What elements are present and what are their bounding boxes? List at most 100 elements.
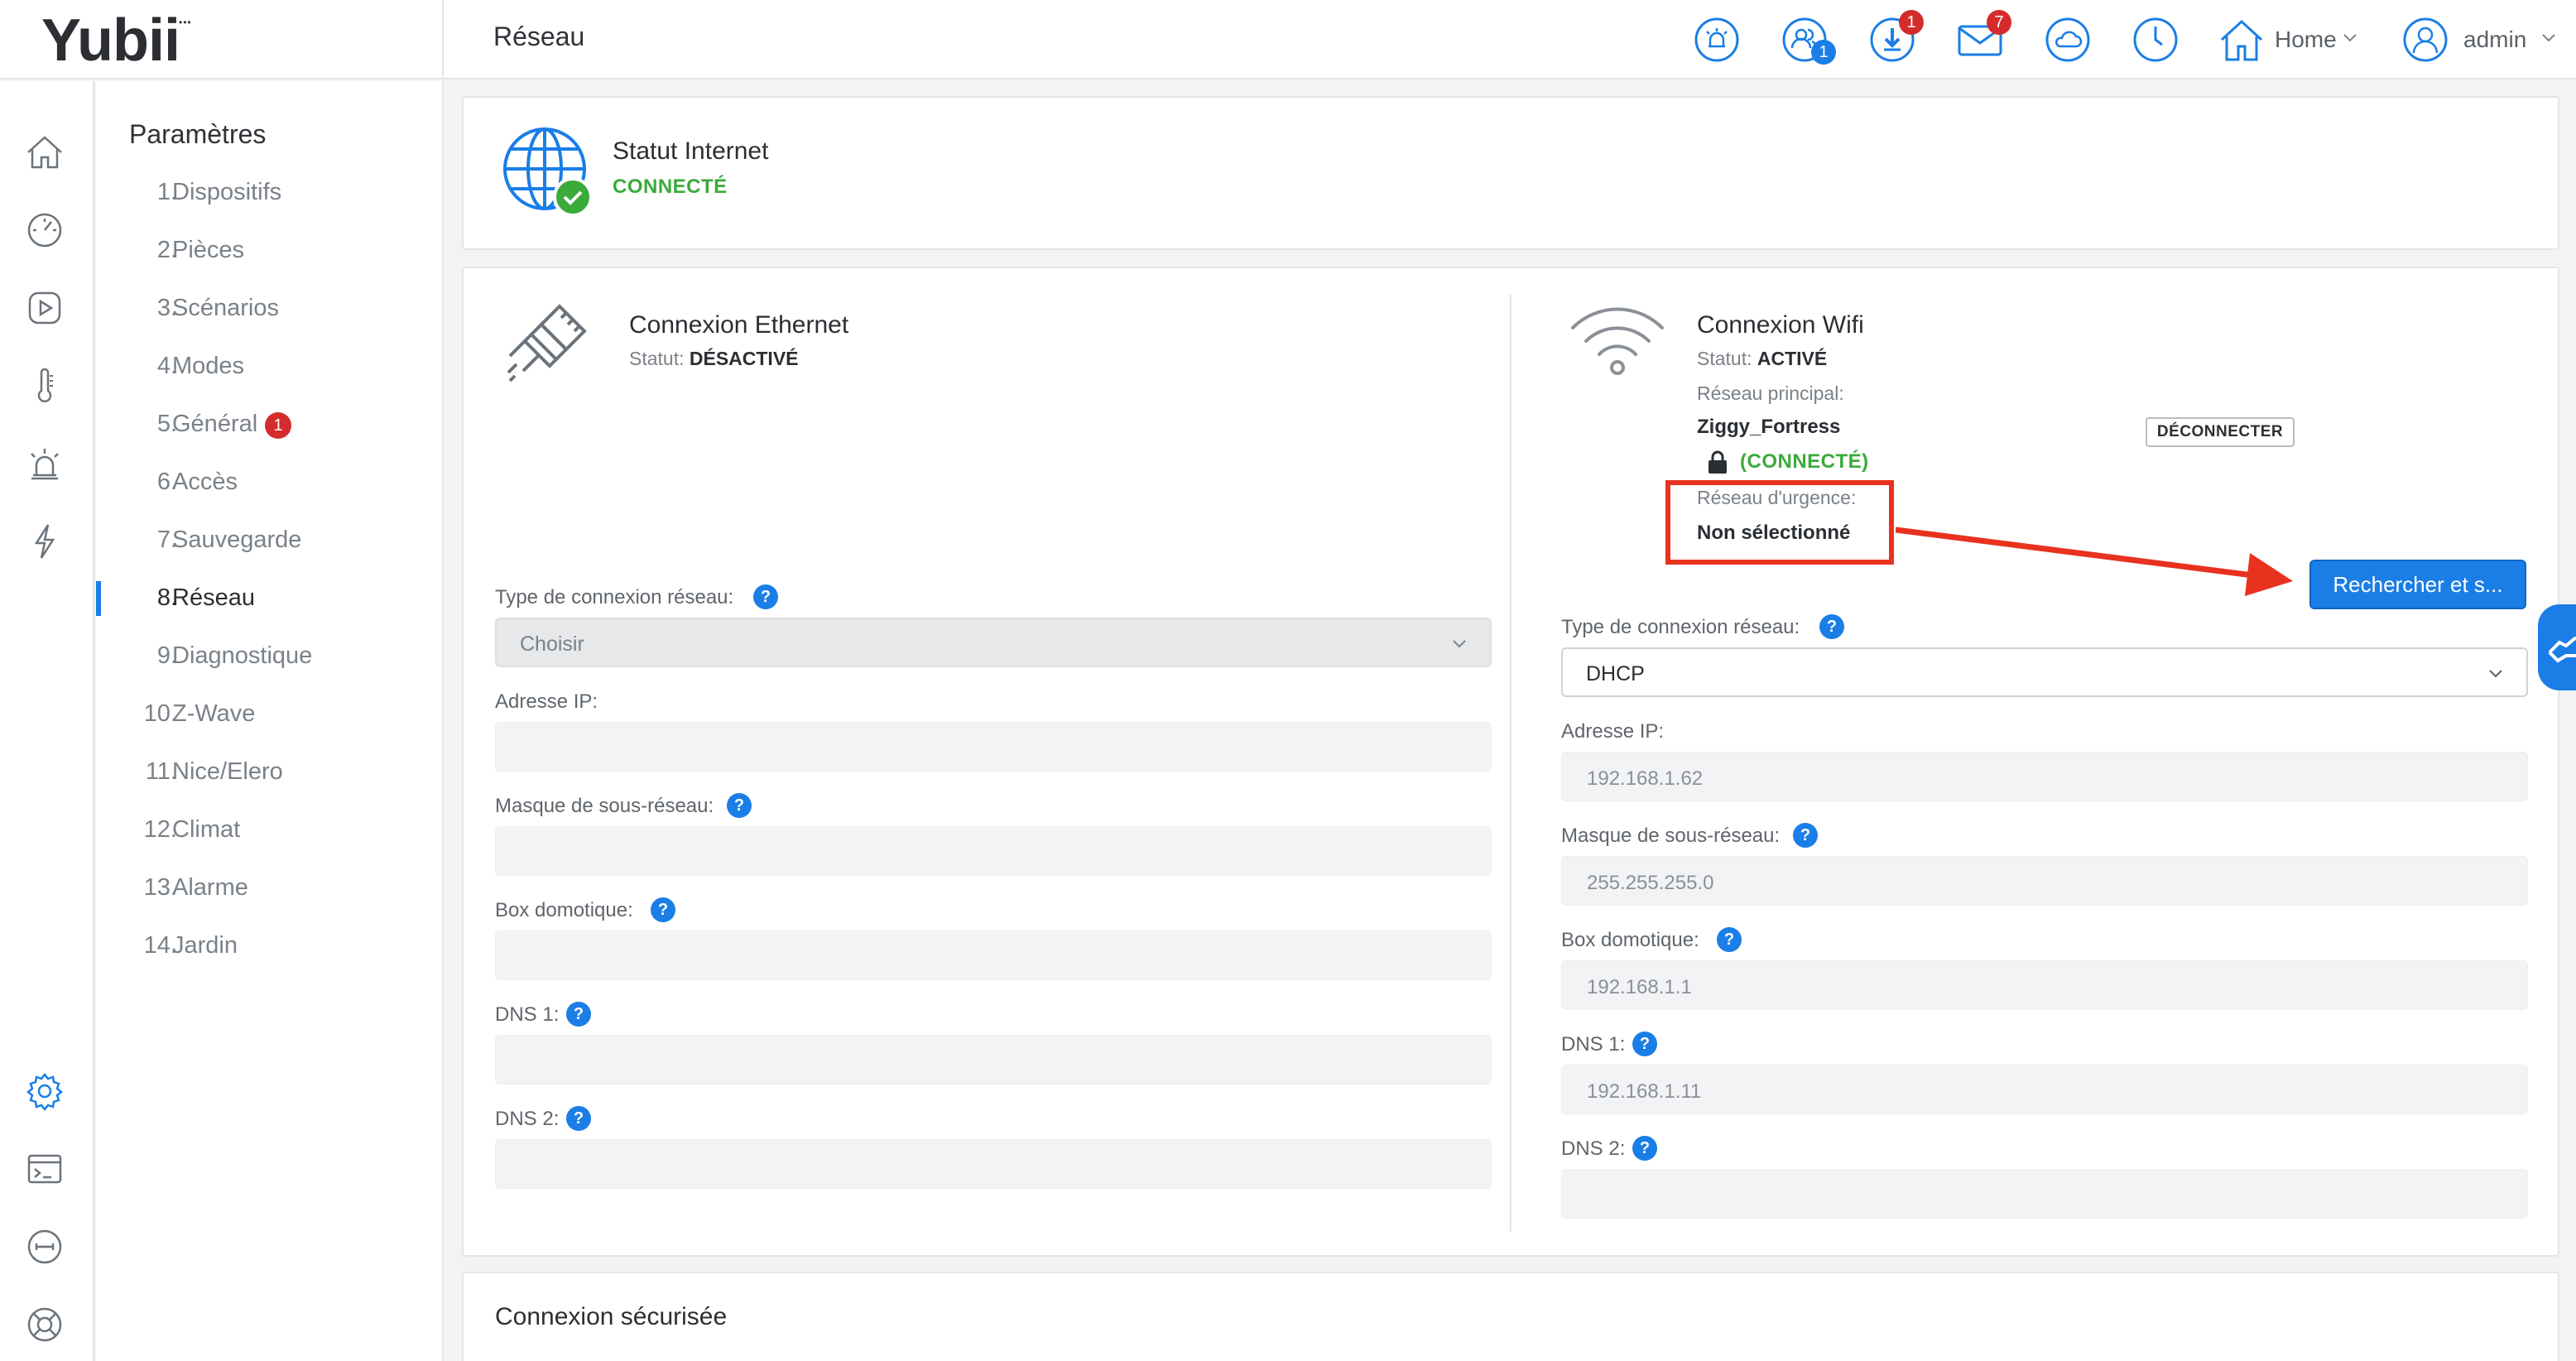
menu-item-alarme[interactable]: 13. Alarme [96, 863, 442, 912]
menu-item-label: Pièces [172, 237, 245, 263]
menu-item-label: Réseau [172, 584, 255, 611]
menu-item-number: 5. [156, 411, 177, 437]
mail-badge: 7 [1987, 10, 2011, 35]
help-icon[interactable]: ? [1819, 614, 1844, 639]
app-logo[interactable]: Yubii [41, 7, 180, 75]
gear-icon[interactable] [25, 1071, 65, 1111]
menu-item-label: Général [172, 411, 258, 437]
menu-item-z-wave[interactable]: 10. Z-Wave [96, 689, 442, 738]
download-badge: 1 [1899, 10, 1924, 35]
users-icon[interactable]: 1 [1781, 17, 1836, 65]
menu-item-diagnostique[interactable]: 9. Diagnostique [96, 631, 442, 680]
wifi-icon [1571, 307, 1664, 375]
user-menu-label[interactable]: admin [2463, 26, 2526, 53]
menu-item-number: 8. [156, 584, 177, 611]
ethernet-dns2-label: DNS 2: [495, 1108, 560, 1130]
menu-item-label: Jardin [172, 932, 238, 959]
search-network-button[interactable]: Rechercher et s... [2309, 560, 2526, 609]
menu-item-reseau[interactable]: 8. Réseau [96, 573, 442, 623]
help-icon[interactable]: ? [1793, 823, 1818, 848]
download-icon[interactable]: 1 [1869, 10, 1924, 63]
globe-icon [503, 127, 593, 217]
dashboard-icon[interactable] [25, 210, 65, 250]
menu-item-number: 14. [143, 932, 177, 959]
internet-status-value: CONNECTÉ [613, 176, 728, 198]
menu-item-label: Modes [172, 353, 245, 379]
logo-area: Yubii ••• [0, 0, 444, 79]
menu-item-pieces[interactable]: 2. Pièces [96, 225, 442, 275]
menu-item-climat[interactable]: 12. Climat [96, 805, 442, 854]
menu-item-label: Diagnostique [172, 642, 313, 669]
handshake-icon [2548, 636, 2576, 663]
home-icon[interactable] [2218, 17, 2265, 63]
home-icon[interactable] [25, 132, 65, 172]
menu-item-label: Accès [172, 469, 238, 495]
wifi-mask-field: 255.255.255.0 [1561, 856, 2528, 906]
top-bar: Yubii ••• Réseau 1 1 7 Home admin [0, 0, 2576, 79]
menu-item-number: 12. [143, 816, 177, 843]
menu-item-modes[interactable]: 4. Modes [96, 341, 442, 391]
ethernet-title: Connexion Ethernet [629, 311, 849, 339]
side-help-tab[interactable] [2538, 604, 2576, 690]
terminal-icon[interactable] [25, 1149, 65, 1189]
help-icon[interactable]: ? [566, 1002, 591, 1027]
menu-item-number: 10. [143, 700, 177, 727]
wifi-mask-label: Masque de sous-réseau: [1561, 825, 1781, 847]
chevron-down-icon[interactable] [2343, 33, 2357, 43]
home-selector-label[interactable]: Home [2275, 26, 2337, 53]
help-icon[interactable]: ? [1717, 927, 1742, 952]
wifi-status: Statut: ACTIVÉ [1697, 348, 1828, 369]
menu-item-label: Sauvegarde [172, 527, 302, 553]
menu-item-dispositifs[interactable]: 1. Dispositifs [96, 167, 442, 217]
menu-item-number: 6. [156, 469, 177, 495]
icon-rail [0, 81, 94, 1361]
menu-item-scenarios[interactable]: 3. Scénarios [96, 283, 442, 333]
wifi-conn-type-label: Type de connexion réseau: [1561, 616, 1800, 638]
menu-item-number: 9. [156, 642, 177, 669]
help-icon[interactable]: ? [651, 897, 675, 922]
menu-item-general[interactable]: 5. Général 1 [96, 399, 442, 449]
ethernet-mask-field [495, 826, 1492, 876]
menu-item-label: Alarme [172, 874, 248, 901]
menu-item-label: Nice/Elero [172, 758, 283, 785]
connections-card: Connexion Ethernet Statut: DÉSACTIVÉ Typ… [462, 267, 2559, 1257]
help-icon[interactable]: ? [1632, 1136, 1657, 1161]
thermometer-icon[interactable] [25, 366, 65, 406]
weather-icon[interactable] [2045, 17, 2091, 63]
disconnect-button[interactable]: DÉCONNECTER [2146, 417, 2295, 447]
menu-item-acces[interactable]: 6. Accès [96, 457, 442, 507]
menu-item-number: 1. [156, 179, 177, 205]
menu-item-label: Climat [172, 816, 241, 843]
wifi-conn-type-select[interactable]: DHCP [1561, 647, 2528, 697]
play-icon[interactable] [25, 288, 65, 328]
ethernet-conn-type-value: Choisir [520, 632, 584, 656]
users-badge: 1 [1811, 40, 1836, 65]
help-icon[interactable]: ? [753, 584, 778, 609]
chevron-down-icon [1453, 640, 1466, 648]
help-icon[interactable]: ? [1632, 1032, 1657, 1056]
wifi-ip-label: Adresse IP: [1561, 720, 1665, 743]
wifi-box-label: Box domotique: [1561, 929, 1699, 951]
clock-icon[interactable] [2132, 17, 2179, 63]
mail-icon[interactable]: 7 [1957, 10, 2011, 63]
network-icon[interactable] [25, 1227, 65, 1267]
menu-item-number: 7. [156, 527, 177, 553]
logo-dots: ••• [179, 17, 192, 28]
alarm-icon[interactable] [25, 444, 65, 483]
lightning-icon[interactable] [25, 522, 65, 561]
secure-connection-title: Connexion sécurisée [495, 1303, 728, 1330]
menu-item-nice-elero[interactable]: 11. Nice/Elero [96, 747, 442, 796]
chevron-down-icon[interactable] [2541, 33, 2556, 43]
user-icon[interactable] [2402, 17, 2449, 63]
general-badge: 1 [265, 412, 291, 439]
alarm-icon[interactable] [1694, 17, 1740, 63]
menu-item-label: Dispositifs [172, 179, 282, 205]
menu-item-sauvegarde[interactable]: 7. Sauvegarde [96, 515, 442, 565]
ethernet-dns2-field [495, 1139, 1492, 1189]
menu-item-jardin[interactable]: 14. Jardin [96, 921, 442, 970]
lifebuoy-icon[interactable] [25, 1305, 65, 1344]
ethernet-conn-type-select: Choisir [495, 618, 1492, 667]
help-icon[interactable]: ? [727, 793, 752, 818]
menu-item-number: 3. [156, 295, 177, 321]
help-icon[interactable]: ? [566, 1106, 591, 1131]
